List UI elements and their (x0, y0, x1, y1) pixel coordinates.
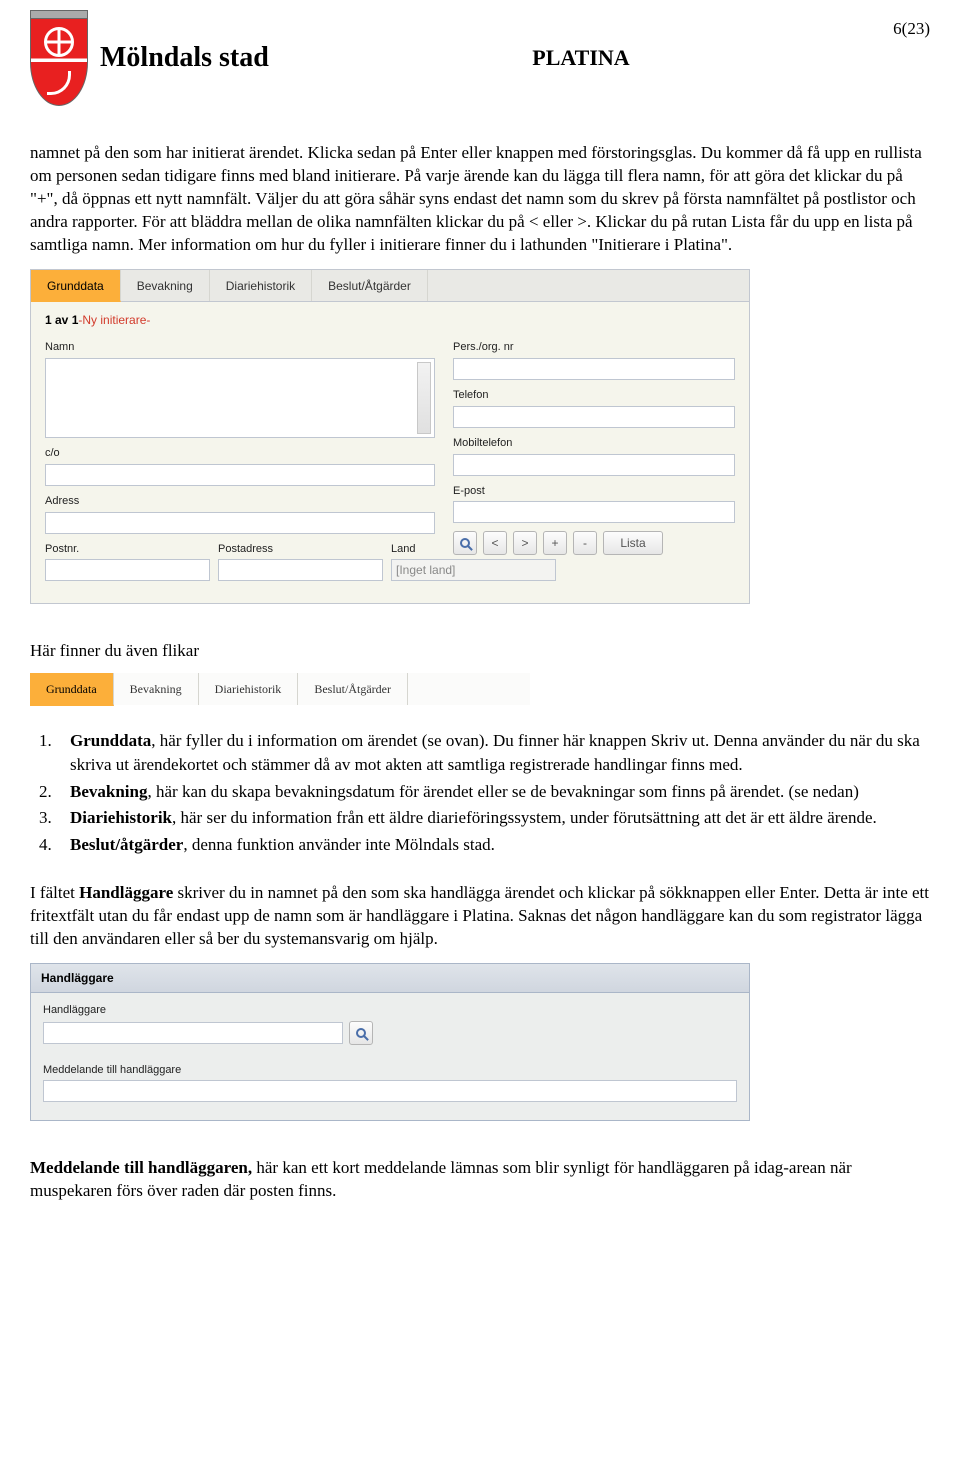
meddelande-paragraph: Meddelande till handläggaren, här kan et… (30, 1157, 930, 1203)
handlaggare-input[interactable] (43, 1022, 343, 1044)
brand-name: Mölndals stad (100, 39, 269, 77)
label-co: c/o (45, 446, 435, 461)
document-system-title: PLATINA (532, 43, 629, 73)
mobil-input[interactable] (453, 454, 735, 476)
tab2-beslut[interactable]: Beslut/Åtgärder (298, 673, 408, 704)
postnr-input[interactable] (45, 559, 210, 581)
desc-bevakning: Bevakning, här kan du skapa bevakningsda… (56, 780, 930, 805)
initiator-count: 1 av 1 (45, 313, 78, 327)
handlaggare-search-button[interactable] (349, 1021, 373, 1045)
label-meddelande: Meddelande till handläggare (43, 1063, 737, 1078)
handlaggare-panel-title: Handläggare (31, 964, 749, 993)
next-button[interactable]: > (513, 531, 537, 555)
namn-listbox[interactable] (45, 358, 435, 438)
label-persorg: Pers./org. nr (453, 340, 735, 355)
page-number: 6(23) (893, 10, 930, 41)
plus-button[interactable]: + (543, 531, 567, 555)
lista-button[interactable]: Lista (603, 531, 663, 555)
persorg-input[interactable] (453, 358, 735, 380)
tab-beslut[interactable]: Beslut/Åtgärder (312, 270, 428, 301)
label-epost: E-post (453, 484, 735, 499)
search-button[interactable] (453, 531, 477, 555)
co-input[interactable] (45, 464, 435, 486)
telefon-input[interactable] (453, 406, 735, 428)
epost-input[interactable] (453, 501, 735, 523)
tab-grunddata[interactable]: Grunddata (31, 270, 121, 302)
tab2-bevakning[interactable]: Bevakning (114, 673, 199, 704)
label-mobil: Mobiltelefon (453, 436, 735, 451)
label-namn: Namn (45, 340, 435, 355)
desc-beslut: Beslut/åtgärder, denna funktion använder… (56, 833, 930, 858)
adress-input[interactable] (45, 512, 435, 534)
desc-diariehistorik: Diariehistorik, här ser du information f… (56, 806, 930, 831)
city-crest-icon (30, 10, 88, 106)
tab2-grunddata[interactable]: Grunddata (30, 673, 114, 705)
desc-grunddata: Grunddata, här fyller du i information o… (56, 729, 930, 778)
tab-bevakning[interactable]: Bevakning (121, 270, 210, 301)
tab2-diariehistorik[interactable]: Diariehistorik (199, 673, 299, 704)
tab-descriptions: Grunddata, här fyller du i information o… (56, 729, 930, 858)
prev-button[interactable]: < (483, 531, 507, 555)
handlaggare-paragraph: I fältet Handläggare skriver du in namne… (30, 882, 930, 951)
tab-strip: Grunddata Bevakning Diariehistorik Beslu… (30, 673, 530, 704)
tab-diariehistorik[interactable]: Diariehistorik (210, 270, 312, 301)
label-postnr: Postnr. (45, 542, 210, 557)
magnifier-icon (356, 1028, 366, 1038)
label-postadress: Postadress (218, 542, 383, 557)
label-telefon: Telefon (453, 388, 735, 403)
initiator-panel: Grunddata Bevakning Diariehistorik Beslu… (30, 269, 750, 605)
tabs-intro: Här finner du även flikar (30, 640, 930, 663)
label-handlaggare: Handläggare (43, 1003, 737, 1018)
label-adress: Adress (45, 494, 435, 509)
magnifier-icon (460, 538, 470, 548)
intro-paragraph: namnet på den som har initierat ärendet.… (30, 142, 930, 257)
minus-button[interactable]: - (573, 531, 597, 555)
handlaggare-panel: Handläggare Handläggare Meddelande till … (30, 963, 750, 1122)
initiator-new-label: -Ny initierare- (78, 313, 150, 327)
meddelande-input[interactable] (43, 1080, 737, 1102)
postadress-input[interactable] (218, 559, 383, 581)
